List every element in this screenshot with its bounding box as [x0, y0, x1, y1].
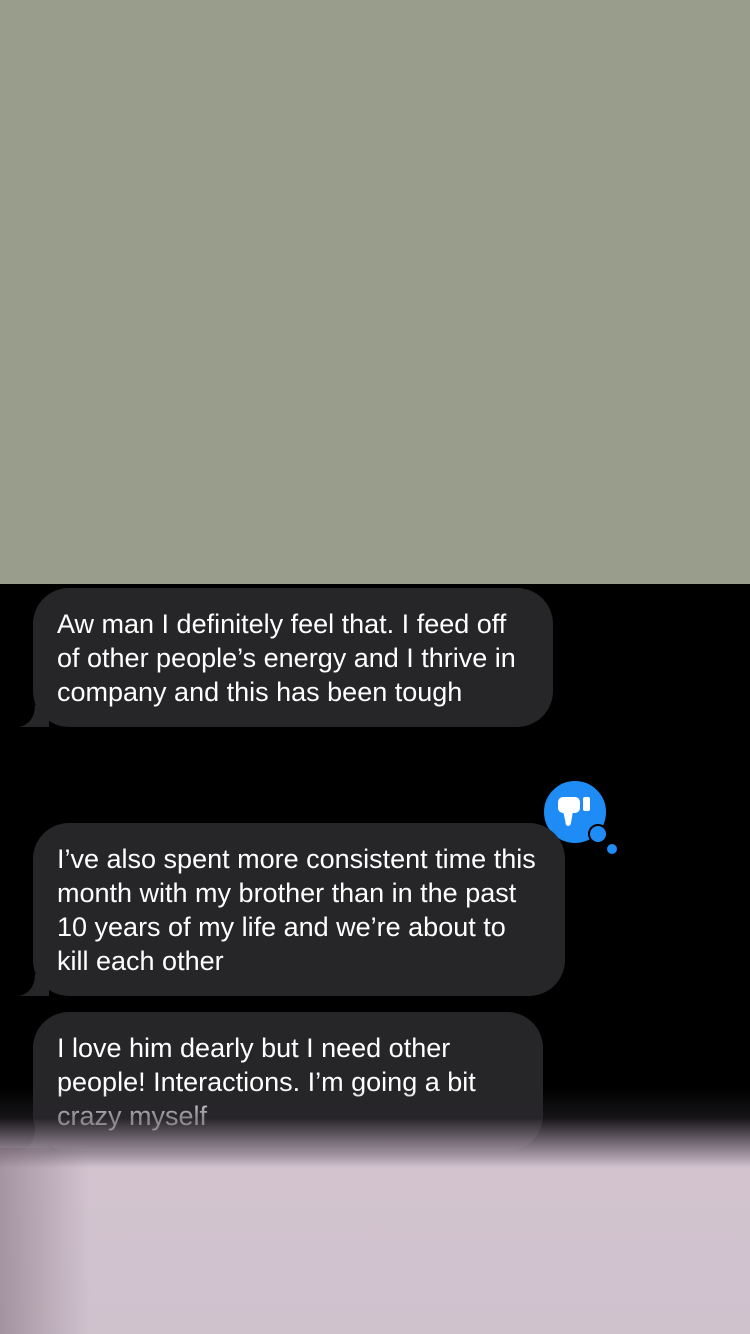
incoming-message-bubble[interactable]: Aw man I definitely feel that. I feed of… — [19, 588, 553, 727]
message-text: I love him dearly but I need other peopl… — [57, 1033, 476, 1131]
image-attachment-panel[interactable] — [0, 0, 750, 584]
bubble-tail-icon — [19, 974, 49, 996]
message-thread: Aw man I definitely feel that. I feed of… — [0, 584, 750, 1334]
incoming-message-bubble[interactable]: I’ve also spent more consistent time thi… — [19, 823, 565, 996]
bubble-tail-icon — [19, 705, 49, 727]
bubble-tail-icon — [19, 1129, 49, 1151]
incoming-message-bubble[interactable]: I love him dearly but I need other peopl… — [19, 1012, 543, 1151]
message-text: I’ve also spent more consistent time thi… — [57, 844, 536, 976]
message-text: Aw man I definitely feel that. I feed of… — [57, 609, 516, 707]
